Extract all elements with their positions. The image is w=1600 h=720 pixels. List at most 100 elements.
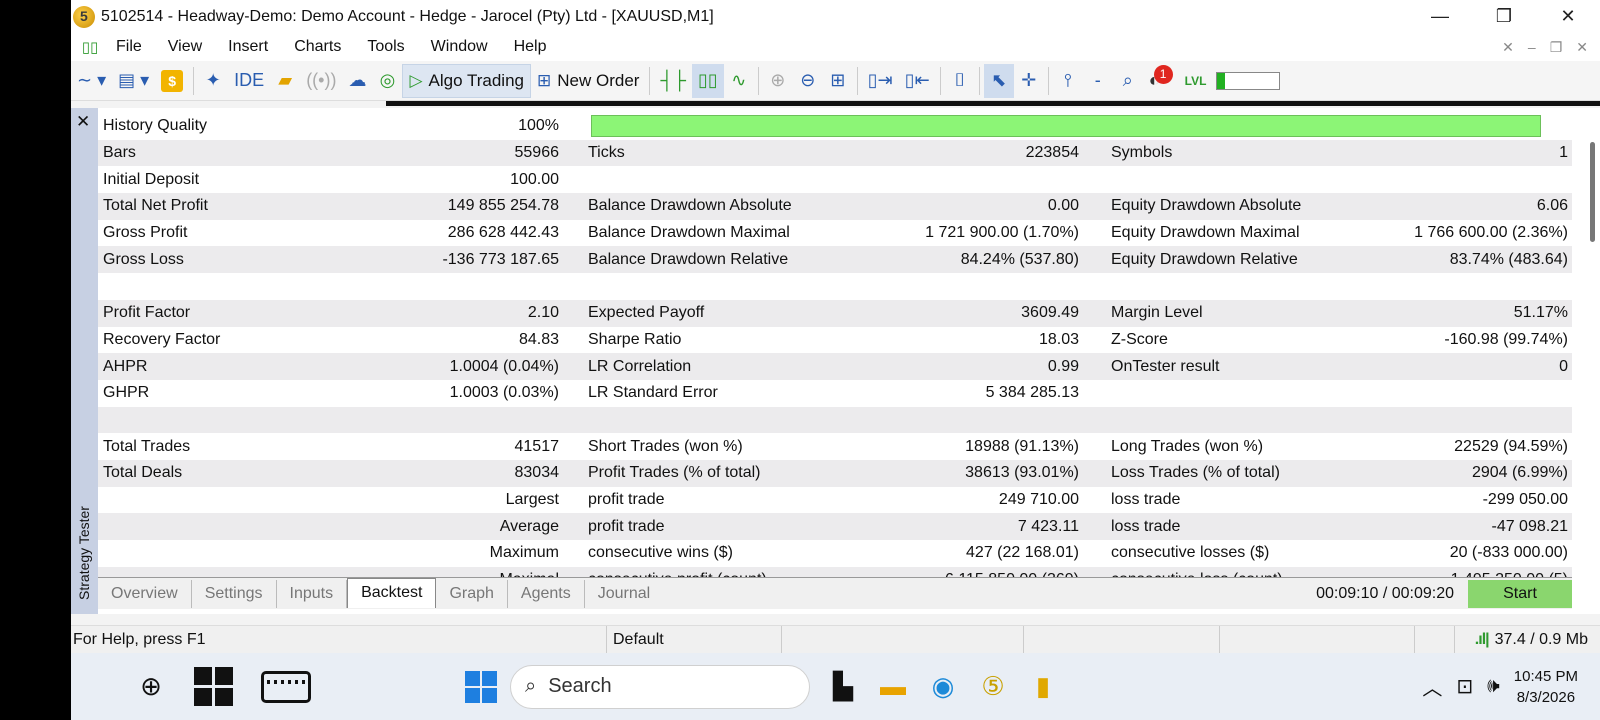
line-chart-dropdown-icon[interactable]: ∼ ▾ xyxy=(71,64,112,98)
edge-browser-icon[interactable]: ◉ xyxy=(918,662,968,712)
taskbar-clock[interactable]: 10:45 PM 8/3/2026 xyxy=(1514,666,1578,708)
metric-label: profit trade xyxy=(588,490,665,508)
level-indicator-fill xyxy=(1217,72,1225,89)
report-row: Average profit trade 7 423.11 loss trade -47… xyxy=(98,513,1572,540)
magnifier-icon[interactable]: ⊕ xyxy=(126,662,176,712)
tab-overview[interactable]: Overview xyxy=(98,579,192,608)
close-panel-icon[interactable]: ✕ xyxy=(76,112,90,132)
status-connection[interactable]: .ıl| 37.4 / 0.9 Mb xyxy=(1469,626,1600,654)
vps-cloud-icon[interactable]: ☁ xyxy=(342,64,372,98)
status-cell xyxy=(1220,625,1415,654)
report-row: Initial Deposit 100.00 xyxy=(98,166,1572,193)
taskbar-search[interactable]: ⌕ Search xyxy=(510,664,810,709)
menu-bar: ▯▯ File View Insert Charts Tools Window … xyxy=(71,33,1600,61)
new-order-icon: ⊞ xyxy=(537,70,552,90)
network-icon[interactable]: ⊡ xyxy=(1456,674,1473,699)
new-order-button[interactable]: ⊞ New Order xyxy=(531,64,645,98)
horizontal-line-icon[interactable]: - xyxy=(1083,64,1113,98)
signal-bars-icon: .ıl| xyxy=(1474,630,1490,648)
crosshair-icon[interactable]: ✛ xyxy=(1014,64,1044,98)
metric-label: Balance Drawdown Maximal xyxy=(588,224,790,242)
status-cell xyxy=(1024,625,1220,654)
search-icon[interactable]: ⌕ xyxy=(1113,64,1143,98)
tab-backtest[interactable]: Backtest xyxy=(347,577,437,608)
tile-windows-icon[interactable]: ⊞ xyxy=(823,64,853,98)
toolbar-separator xyxy=(939,66,941,95)
menu-help[interactable]: Help xyxy=(501,33,560,61)
lvl-button[interactable]: LVL xyxy=(1179,64,1213,98)
menu-charts[interactable]: Charts xyxy=(281,33,354,61)
metric-label: Total Trades xyxy=(103,437,191,455)
zoom-out-icon[interactable]: ⊖ xyxy=(793,64,823,98)
metric-value: 1.0004 (0.04%) xyxy=(449,357,559,375)
metatrader-taskbar-icon[interactable]: ⑤ xyxy=(968,662,1018,712)
ai-sparkle-icon[interactable]: ✦ xyxy=(198,64,228,98)
shop-bag-icon[interactable]: ▰ xyxy=(270,64,300,98)
metric-label: Initial Deposit xyxy=(103,170,200,188)
menu-tools[interactable]: Tools xyxy=(354,33,417,61)
task-view-icon[interactable]: ▙ xyxy=(818,662,868,712)
chart-shift-icon[interactable]: ▯⇤ xyxy=(899,64,936,98)
file-explorer-icon[interactable]: ▬ xyxy=(868,662,918,712)
maximize-button[interactable]: ❐ xyxy=(1472,0,1536,33)
strategy-tester-label: Strategy Tester xyxy=(76,506,92,600)
vertical-line-icon[interactable]: ⫯ xyxy=(1053,64,1083,98)
keyboard-icon[interactable] xyxy=(258,662,314,712)
cursor-icon[interactable]: ⬉ xyxy=(983,63,1014,98)
tab-journal[interactable]: Journal xyxy=(585,580,663,608)
report-scrollbar[interactable] xyxy=(1586,122,1600,582)
ide-button[interactable]: IDE xyxy=(228,64,270,98)
windows-start-icon[interactable] xyxy=(456,662,506,712)
candlestick-icon[interactable]: ▯▯ xyxy=(691,63,724,98)
tab-graph[interactable]: Graph xyxy=(436,579,508,608)
mdi-minimize-icon[interactable]: – xyxy=(1528,39,1536,56)
menu-insert[interactable]: Insert xyxy=(215,33,281,61)
autoscroll-icon[interactable]: ▯⇥ xyxy=(862,64,899,98)
chart-menu-icon[interactable]: ▯▯ xyxy=(77,38,103,56)
status-profile[interactable]: Default xyxy=(606,625,782,654)
start-tiles-icon[interactable] xyxy=(188,662,238,712)
metric-value: 2.10 xyxy=(527,304,559,322)
algo-trading-button[interactable]: ▷ Algo Trading xyxy=(402,63,531,98)
search-placeholder: Search xyxy=(548,675,612,697)
tab-settings[interactable]: Settings xyxy=(192,579,277,608)
status-help-text: For Help, press F1 xyxy=(73,630,206,648)
report-row: Total Deals 83034 Profit Trades (% of tota… xyxy=(98,459,1572,487)
signals-icon[interactable]: ((•)) xyxy=(300,64,342,98)
metric-label: Sharpe Ratio xyxy=(588,330,682,348)
line-chart-icon[interactable]: ∿ xyxy=(724,64,754,98)
chevron-up-icon[interactable]: ︿ xyxy=(1422,672,1442,701)
menu-file[interactable]: File xyxy=(103,33,155,61)
tab-inputs[interactable]: Inputs xyxy=(277,579,348,608)
mdi-restore-icon[interactable]: ❐ xyxy=(1550,39,1563,56)
metric-value: 84.24% (537.80) xyxy=(960,250,1079,268)
scrollbar-thumb[interactable] xyxy=(1590,142,1595,242)
chart-template-dropdown-icon[interactable]: ▤ ▾ xyxy=(112,64,155,98)
metric-value: 427 (22 168.01) xyxy=(966,544,1079,562)
close-button[interactable]: ✕ xyxy=(1536,0,1600,33)
mdi-close-icon[interactable]: ✕ xyxy=(1576,39,1588,56)
report-row: Gross Loss -136 773 187.65 Balance Drawdow… xyxy=(98,246,1572,274)
bar-chart-icon[interactable]: ┤├ xyxy=(654,64,692,98)
play-icon: ▷ xyxy=(409,70,423,90)
market-icon[interactable]: $ xyxy=(155,64,189,98)
menu-window[interactable]: Window xyxy=(418,33,501,61)
tab-agents[interactable]: Agents xyxy=(508,579,585,608)
metric-value: 2904 (6.99%) xyxy=(1471,464,1568,482)
notifications-icon[interactable]: ◐ 1 xyxy=(1143,64,1179,98)
speaker-icon[interactable]: 🕪 xyxy=(1487,675,1500,698)
connect-icon[interactable]: ◎ xyxy=(372,64,402,98)
windows-taskbar: ⊕ ⌕ Search ▙ ▬ ◉ ⑤ ▮ ︿ ⊡ 🕪 10:45 PM 8/3/… xyxy=(71,653,1600,720)
pin-icon[interactable]: ✕ xyxy=(1502,39,1514,56)
metric-label: Total Net Profit xyxy=(103,197,208,215)
zoom-in-icon[interactable]: ⊕ xyxy=(763,64,793,98)
menu-view[interactable]: View xyxy=(155,33,215,61)
metric-label: loss trade xyxy=(1111,517,1181,535)
metric-value: 18988 (91.13%) xyxy=(965,437,1079,455)
start-button[interactable]: Start xyxy=(1468,579,1572,608)
report-row: Total Trades 41517 Short Trades (won %) 189… xyxy=(98,433,1572,460)
minimize-button[interactable]: — xyxy=(1408,0,1472,33)
metric-label: Balance Drawdown Relative xyxy=(588,250,789,268)
screenshot-icon[interactable]: ⌷ xyxy=(945,64,975,98)
metaeditor-taskbar-icon[interactable]: ▮ xyxy=(1018,662,1068,712)
